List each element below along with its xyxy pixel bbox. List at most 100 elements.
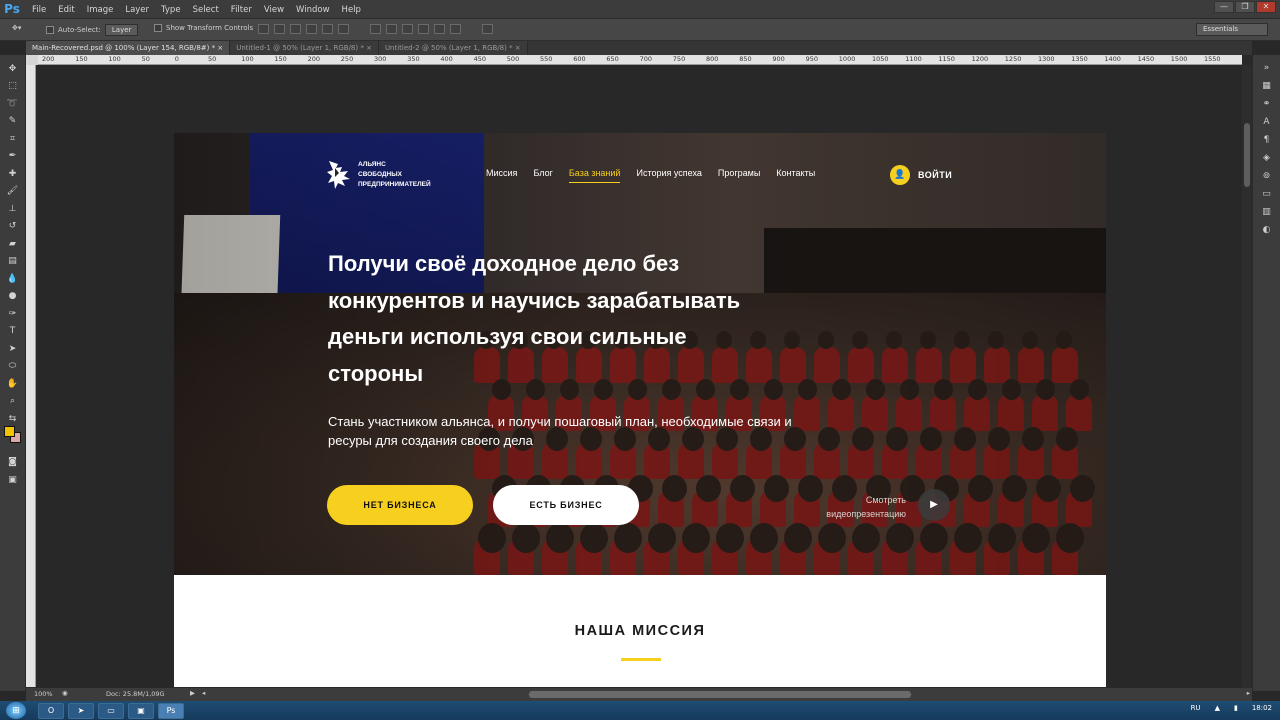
character-panel-icon[interactable]: A: [1259, 115, 1275, 129]
auto-select-checkbox[interactable]: [46, 26, 54, 34]
align-top-icon[interactable]: [258, 24, 269, 34]
distribute-bottom-icon[interactable]: [402, 24, 413, 34]
crop-tool-icon[interactable]: ⌗: [5, 131, 21, 147]
move-tool-icon[interactable]: ✥: [5, 61, 21, 77]
align-bottom-icon[interactable]: [290, 24, 301, 34]
menu-window[interactable]: Window: [290, 5, 336, 15]
document-tab[interactable]: Untitled-1 @ 50% (Layer 1, RGB/8) * ×: [230, 41, 379, 55]
menu-image[interactable]: Image: [81, 5, 120, 15]
stamp-tool-icon[interactable]: ⊥: [5, 201, 21, 217]
menu-filter[interactable]: Filter: [225, 5, 258, 15]
vertical-scrollbar[interactable]: [1242, 65, 1252, 687]
path-select-tool-icon[interactable]: ➤: [5, 341, 21, 357]
move-tool-preset[interactable]: ✥▾: [12, 24, 21, 32]
quick-select-tool-icon[interactable]: ✎: [5, 114, 21, 130]
menu-file[interactable]: File: [26, 5, 52, 15]
nav-item[interactable]: Контакты: [776, 168, 815, 183]
pen-tool-icon[interactable]: ✑: [5, 306, 21, 322]
distribute-hcenter-icon[interactable]: [434, 24, 445, 34]
menu-view[interactable]: View: [258, 5, 290, 15]
menu-select[interactable]: Select: [187, 5, 225, 15]
tray-arrow-icon[interactable]: ▲: [1215, 704, 1220, 712]
eraser-tool-icon[interactable]: ▰: [5, 236, 21, 252]
screen-mode-icon[interactable]: ▣: [5, 472, 21, 488]
status-menu-arrow[interactable]: ▶: [190, 689, 195, 697]
shape-tool-icon[interactable]: ⬭: [5, 359, 21, 375]
video-presentation-label[interactable]: Смотреть видеопрезентацию: [798, 493, 906, 521]
clock[interactable]: 18:02: [1252, 704, 1272, 712]
site-logo[interactable]: АЛЬЯНС СВОБОДНЫХ ПРЕДПРИНИМАТЕЛЕЙ: [326, 159, 450, 190]
swap-colors-icon[interactable]: ⇆: [5, 411, 21, 427]
restore-button[interactable]: ❐: [1235, 1, 1255, 13]
distribute-vcenter-icon[interactable]: [386, 24, 397, 34]
collapse-icon[interactable]: »: [1259, 61, 1275, 75]
document-tab[interactable]: Untitled-2 @ 50% (Layer 1, RGB/8) * ×: [378, 41, 528, 55]
distribute-left-icon[interactable]: [418, 24, 429, 34]
nav-item[interactable]: Програмы: [718, 168, 760, 183]
brush-tool-icon[interactable]: 🖌: [5, 184, 21, 200]
network-icon[interactable]: ▮: [1234, 704, 1238, 712]
gradient-tool-icon[interactable]: ▤: [5, 254, 21, 270]
type-tool-icon[interactable]: T: [5, 324, 21, 340]
horizontal-ruler[interactable]: 200 150 100 50 0 50 100 150 200 250 300 350 400 450 50…: [38, 55, 1242, 65]
telegram-icon[interactable]: ➤: [68, 702, 94, 719]
layers-panel-icon[interactable]: ◈: [1259, 151, 1275, 165]
transform-option[interactable]: Show Transform Controls: [154, 24, 253, 32]
dodge-tool-icon[interactable]: ●: [5, 289, 21, 305]
history-panel-icon[interactable]: ▦: [1259, 79, 1275, 93]
ps-doc-icon[interactable]: ▣: [128, 702, 154, 719]
status-info-icon[interactable]: ◉: [62, 689, 68, 697]
lasso-tool-icon[interactable]: ➰: [5, 96, 21, 112]
menu-help[interactable]: Help: [336, 5, 367, 15]
horizontal-scroll-thumb[interactable]: [529, 691, 911, 698]
explorer-icon[interactable]: ▭: [98, 702, 124, 719]
auto-align-icon[interactable]: [482, 24, 493, 34]
nav-item[interactable]: Блог: [533, 168, 552, 183]
align-hcenter-icon[interactable]: [322, 24, 333, 34]
ruler-origin[interactable]: [26, 55, 38, 65]
language-indicator[interactable]: RU: [1191, 704, 1201, 712]
scroll-right-arrow[interactable]: ▸: [1247, 689, 1250, 697]
foreground-color-swatch[interactable]: [4, 426, 15, 437]
paragraph-panel-icon[interactable]: ¶: [1259, 133, 1275, 147]
distribute-right-icon[interactable]: [450, 24, 461, 34]
menu-layer[interactable]: Layer: [119, 5, 155, 15]
play-icon[interactable]: ▶: [918, 489, 950, 521]
align-left-icon[interactable]: [306, 24, 317, 34]
zoom-level[interactable]: 100%: [34, 690, 53, 698]
document-tab[interactable]: Main-Recovered.psd @ 100% (Layer 154, RG…: [26, 41, 231, 55]
tab-close-icon[interactable]: ×: [215, 44, 223, 52]
align-vcenter-icon[interactable]: [274, 24, 285, 34]
workspace-dropdown[interactable]: Essentials: [1196, 23, 1268, 36]
auto-select-option[interactable]: Auto-Select: Layer: [46, 24, 139, 36]
nav-item[interactable]: История успеха: [636, 168, 701, 183]
has-business-button[interactable]: ЕСТЬ БИЗНЕС: [493, 485, 639, 525]
quick-mask-icon[interactable]: ◙: [5, 455, 21, 471]
photoshop-icon[interactable]: Ps: [158, 702, 184, 719]
login-link[interactable]: 👤 ВОЙТИ: [890, 165, 952, 185]
canvas-document[interactable]: АЛЬЯНС СВОБОДНЫХ ПРЕДПРИНИМАТЕЛЕЙ Миссия…: [174, 133, 1106, 687]
marquee-tool-icon[interactable]: ⬚: [5, 79, 21, 95]
start-button[interactable]: ⊞: [6, 702, 26, 719]
nav-item[interactable]: База знаний: [568, 168, 621, 183]
align-right-icon[interactable]: [338, 24, 349, 34]
tab-close-icon[interactable]: ×: [364, 44, 372, 52]
menu-edit[interactable]: Edit: [52, 5, 80, 15]
adjustments-panel-icon[interactable]: ◐: [1259, 223, 1275, 237]
eyedropper-tool-icon[interactable]: ✒: [5, 149, 21, 165]
auto-select-dropdown[interactable]: Layer: [104, 24, 139, 36]
distribute-top-icon[interactable]: [370, 24, 381, 34]
no-business-button[interactable]: НЕТ БИЗНЕСА: [327, 485, 473, 525]
vertical-scroll-thumb[interactable]: [1244, 123, 1250, 187]
vertical-ruler[interactable]: [26, 65, 36, 687]
opera-icon[interactable]: O: [38, 702, 64, 719]
nav-item[interactable]: Миссия: [486, 168, 517, 183]
tab-close-icon[interactable]: ×: [513, 44, 521, 52]
paths-panel-icon[interactable]: ▭: [1259, 187, 1275, 201]
actions-panel-icon[interactable]: ⚭: [1259, 97, 1275, 111]
channels-panel-icon[interactable]: ⊚: [1259, 169, 1275, 183]
hand-tool-icon[interactable]: ✋: [5, 376, 21, 392]
scroll-left-arrow[interactable]: ◂: [202, 689, 205, 697]
blur-tool-icon[interactable]: 💧: [5, 271, 21, 287]
zoom-tool-icon[interactable]: ⌕: [5, 394, 21, 410]
